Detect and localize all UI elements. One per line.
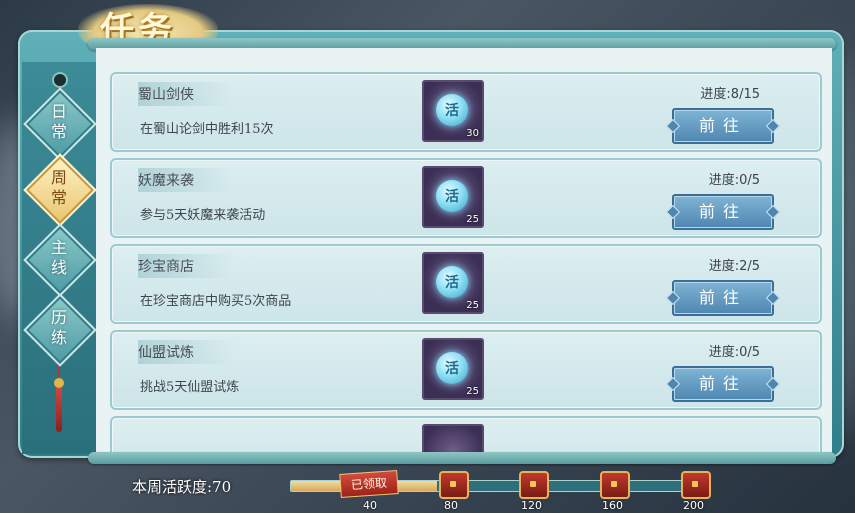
task-progress: 进度:0/5 bbox=[708, 173, 760, 188]
task-desc: 参与5天妖魔来袭活动 bbox=[140, 208, 266, 223]
task-name: 珍宝商店 bbox=[138, 254, 234, 278]
task-name: 蜀山剑侠 bbox=[138, 82, 234, 106]
chest-icon[interactable] bbox=[519, 471, 549, 499]
milestone-label: 80 bbox=[444, 499, 458, 512]
tab-trial-label: 历练 bbox=[50, 308, 67, 347]
go-button[interactable]: 前往 bbox=[672, 194, 774, 230]
reward-count: 25 bbox=[466, 214, 479, 225]
task-desc: 在珍宝商店中购买5次商品 bbox=[140, 294, 292, 309]
nav-knob-icon bbox=[52, 72, 68, 88]
activity-reward-icon[interactable]: 活 25 bbox=[422, 166, 484, 228]
reward-count: 25 bbox=[466, 300, 479, 311]
reward-count: 30 bbox=[466, 128, 479, 139]
task-card: 蜀山剑侠 在蜀山论剑中胜利15次 活 30 进度:8/15 前往 bbox=[110, 72, 822, 152]
tab-daily-label: 日常 bbox=[50, 102, 67, 141]
task-progress: 进度:0/5 bbox=[708, 345, 760, 360]
activity-reward-icon[interactable]: 活 25 bbox=[422, 338, 484, 400]
activity-orb-icon: 活 bbox=[436, 352, 468, 384]
task-card: 妖魔来袭 参与5天妖魔来袭活动 活 25 进度:0/5 前往 bbox=[110, 158, 822, 238]
scroll-roller-bottom bbox=[88, 452, 836, 464]
activity-reward-icon[interactable]: 活 25 bbox=[422, 252, 484, 314]
task-desc: 挑战5天仙盟试炼 bbox=[140, 380, 240, 395]
activity-orb-icon: 活 bbox=[436, 94, 468, 126]
tab-weekly-label: 周常 bbox=[50, 168, 67, 207]
task-progress: 进度:2/5 bbox=[708, 259, 760, 274]
go-button[interactable]: 前往 bbox=[672, 280, 774, 316]
milestone-label: 40 bbox=[363, 499, 377, 512]
go-button[interactable]: 前往 bbox=[672, 108, 774, 144]
claimed-badge: 已领取 bbox=[339, 470, 399, 498]
task-card-partial bbox=[110, 416, 822, 452]
task-card: 珍宝商店 在珍宝商店中购买5次商品 活 25 进度:2/5 前往 bbox=[110, 244, 822, 324]
weekly-activity-label: 本周活跃度:70 bbox=[132, 478, 232, 496]
milestone-label: 120 bbox=[521, 499, 542, 512]
reward-count: 25 bbox=[466, 386, 479, 397]
milestone-label: 160 bbox=[602, 499, 623, 512]
activity-reward-icon[interactable]: 活 30 bbox=[422, 80, 484, 142]
go-button[interactable]: 前往 bbox=[672, 366, 774, 402]
tab-main-label: 主线 bbox=[50, 238, 67, 277]
chest-icon[interactable] bbox=[600, 471, 630, 499]
activity-orb-icon: 活 bbox=[436, 180, 468, 212]
activity-reward-icon[interactable] bbox=[422, 424, 484, 452]
activity-orb-icon: 活 bbox=[436, 266, 468, 298]
chest-icon[interactable] bbox=[681, 471, 711, 499]
task-desc: 在蜀山论剑中胜利15次 bbox=[140, 122, 274, 137]
task-name: 仙盟试炼 bbox=[138, 340, 234, 364]
tassel-bead-icon bbox=[54, 378, 64, 388]
tassel-icon bbox=[56, 388, 62, 432]
task-progress: 进度:8/15 bbox=[700, 87, 760, 102]
task-list[interactable]: 蜀山剑侠 在蜀山论剑中胜利15次 活 30 进度:8/15 前往 妖魔来袭 参与… bbox=[96, 48, 832, 452]
task-card: 仙盟试炼 挑战5天仙盟试炼 活 25 进度:0/5 前往 bbox=[110, 330, 822, 410]
milestone-label: 200 bbox=[683, 499, 704, 512]
chest-icon[interactable] bbox=[439, 471, 469, 499]
task-name: 妖魔来袭 bbox=[138, 168, 234, 192]
